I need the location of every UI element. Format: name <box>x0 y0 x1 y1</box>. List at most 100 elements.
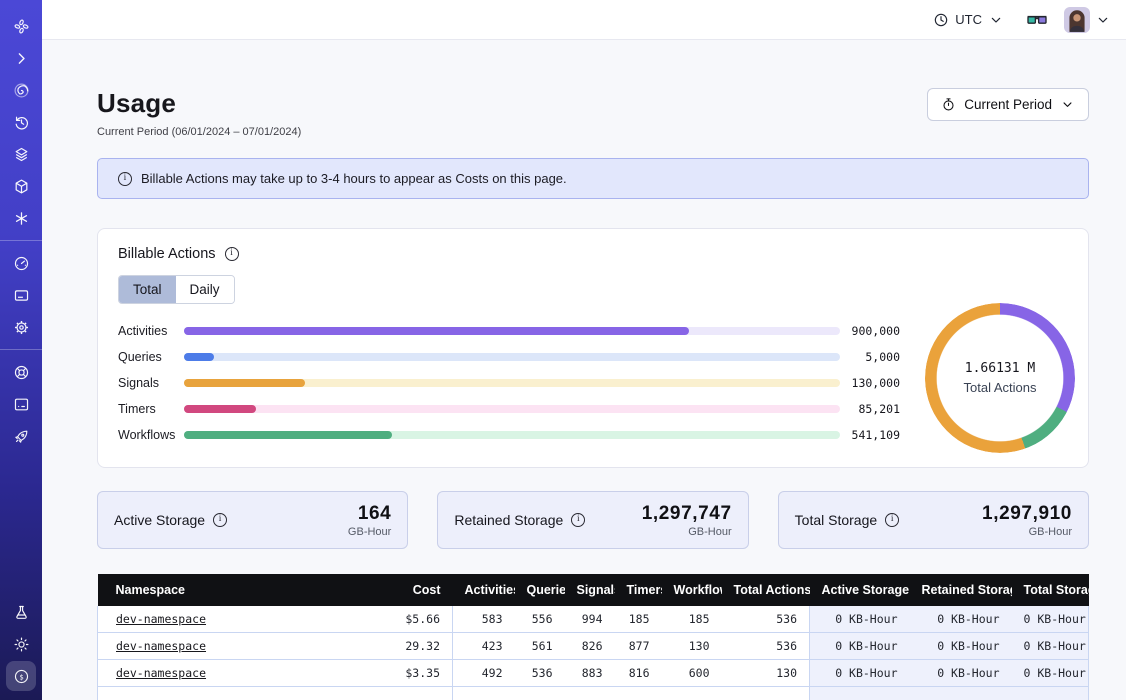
table-cell: 536 <box>722 606 810 633</box>
flask-icon[interactable] <box>6 597 36 627</box>
page-header: Usage Current Period (06/01/2024 – 07/01… <box>97 88 1089 138</box>
bar-value: 85,201 <box>848 402 900 416</box>
storage-summary-row: Active Storagei 164GB-Hour Retained Stor… <box>97 491 1089 549</box>
deployments-cube-icon[interactable] <box>6 171 36 201</box>
table-cell: 185 <box>615 606 662 633</box>
namespace-link[interactable]: dev-namespace <box>116 666 206 680</box>
info-banner: i Billable Actions may take up to 3-4 ho… <box>97 158 1089 199</box>
chevron-down-icon <box>988 12 1004 28</box>
total-storage-card: Total Storagei 1,297,910GB-Hour <box>778 491 1089 549</box>
col-cost: Cost <box>353 574 453 606</box>
table-cell: 883 <box>565 660 615 687</box>
info-banner-text: Billable Actions may take up to 3-4 hour… <box>141 171 567 186</box>
table-cell: 0 KB-Hour <box>910 660 1012 687</box>
table-cell: 536 <box>515 660 565 687</box>
layers-icon[interactable] <box>6 139 36 169</box>
bar-fill <box>184 405 256 413</box>
info-icon[interactable]: i <box>225 247 239 261</box>
info-icon: i <box>118 172 132 186</box>
table-cell: 0 KB-Hour <box>910 606 1012 633</box>
table-cell <box>98 687 353 700</box>
col-total-actions: Total Actions <box>722 574 810 606</box>
namespace-link[interactable]: dev-namespace <box>116 612 206 626</box>
table-cell <box>615 687 662 700</box>
period-selector-button[interactable]: Current Period <box>927 88 1089 121</box>
col-namespace: Namespace <box>98 574 353 606</box>
schedules-clock-icon[interactable] <box>6 107 36 137</box>
namespace-link[interactable]: dev-namespace <box>116 639 206 653</box>
bar-fill <box>184 379 305 387</box>
table-cell: 994 <box>565 606 615 633</box>
table-cell <box>565 687 615 700</box>
table-cell: 877 <box>615 633 662 660</box>
usage-bar-row: Queries5,000 <box>118 350 900 363</box>
bar-fill <box>184 431 392 439</box>
retained-storage-card: Retained Storagei 1,297,747GB-Hour <box>437 491 748 549</box>
total-actions-donut: 1.66131 M Total Actions <box>925 303 1075 453</box>
table-cell: 29.32 <box>353 633 453 660</box>
timezone-label: UTC <box>955 12 982 27</box>
table-row: dev-namespace$5.665835569941851855360 KB… <box>98 606 1089 633</box>
dollar-glyph: $ <box>19 672 23 681</box>
table-cell: 556 <box>515 606 565 633</box>
bar-value: 5,000 <box>848 350 900 364</box>
gauge-icon[interactable] <box>6 248 36 278</box>
table-cell: 826 <box>565 633 615 660</box>
total-storage-value: 1,297,910 <box>982 503 1072 525</box>
rocket-icon[interactable] <box>6 421 36 451</box>
active-storage-unit: GB-Hour <box>348 526 391 538</box>
bar-value: 900,000 <box>848 324 900 338</box>
terminal-icon[interactable] <box>6 389 36 419</box>
support-lifebuoy-icon[interactable] <box>6 357 36 387</box>
namespaces-spiral-icon[interactable] <box>6 75 36 105</box>
table-cell <box>910 687 1012 700</box>
bar-track <box>184 379 840 387</box>
info-icon[interactable]: i <box>213 513 227 527</box>
bar-fill <box>184 353 214 361</box>
retained-storage-label: Retained Storage <box>454 512 563 528</box>
theme-sun-icon[interactable] <box>6 629 36 659</box>
table-row: dev-namespace29.324235618268771305360 KB… <box>98 633 1089 660</box>
table-cell: 0 KB-Hour <box>810 660 910 687</box>
bar-track <box>184 327 840 335</box>
bar-value: 541,109 <box>848 428 900 442</box>
usage-dollar-icon[interactable]: $ <box>6 661 36 691</box>
col-signals: Signals <box>565 574 615 606</box>
asterisk-icon[interactable] <box>6 203 36 233</box>
glasses-icon[interactable] <box>1026 11 1048 29</box>
settings-gear-icon[interactable] <box>6 312 36 342</box>
donut-center: 1.66131 M Total Actions <box>925 303 1075 453</box>
timezone-selector[interactable]: UTC <box>933 12 1004 28</box>
table-cell <box>353 687 453 700</box>
table-cell: $3.35 <box>353 660 453 687</box>
table-cell: 0 KB-Hour <box>1012 606 1089 633</box>
table-cell: 423 <box>453 633 515 660</box>
info-icon[interactable]: i <box>571 513 585 527</box>
table-cell: 0 KB-Hour <box>810 633 910 660</box>
table-cell: 583 <box>453 606 515 633</box>
active-storage-card: Active Storagei 164GB-Hour <box>97 491 408 549</box>
tab-daily[interactable]: Daily <box>176 276 234 303</box>
sidebar-divider <box>0 349 42 350</box>
billing-card-icon[interactable] <box>6 280 36 310</box>
bar-label: Activities <box>118 324 184 338</box>
donut-total-value: 1.66131 M <box>965 361 1035 376</box>
table-cell: 130 <box>722 660 810 687</box>
table-cell: 492 <box>453 660 515 687</box>
account-menu[interactable] <box>1064 7 1111 33</box>
bar-track <box>184 431 840 439</box>
temporal-logo[interactable] <box>6 11 36 41</box>
page-title: Usage <box>97 88 301 119</box>
stopwatch-icon <box>941 97 956 112</box>
table-cell: 185 <box>662 606 722 633</box>
tab-total[interactable]: Total <box>119 276 176 303</box>
info-icon[interactable]: i <box>885 513 899 527</box>
table-cell: 0 KB-Hour <box>1012 660 1089 687</box>
bar-label: Signals <box>118 376 184 390</box>
usage-bar-row: Activities 900,000 <box>118 324 900 337</box>
chevron-down-icon <box>1060 97 1075 112</box>
col-active-storage: Active Storage <box>810 574 910 606</box>
table-cell: 561 <box>515 633 565 660</box>
expand-chevron-icon[interactable] <box>6 43 36 73</box>
col-total-storage: Total Storage <box>1012 574 1089 606</box>
